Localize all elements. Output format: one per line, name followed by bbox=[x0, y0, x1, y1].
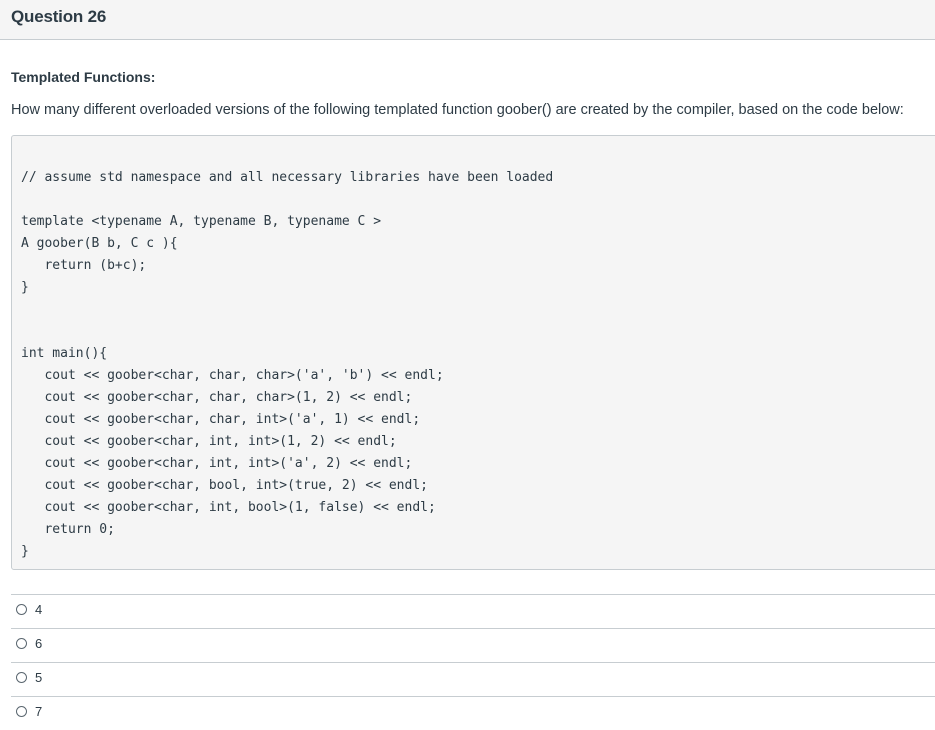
answer-label[interactable]: 4 bbox=[35, 602, 42, 617]
code-line: int main(){ bbox=[21, 346, 108, 361]
code-line: cout << goober<char, int, int>('a', 2) <… bbox=[21, 456, 413, 471]
answer-label[interactable]: 5 bbox=[35, 670, 42, 685]
section-title: Templated Functions: bbox=[11, 69, 156, 85]
code-line: A goober(B b, C c ){ bbox=[21, 236, 178, 251]
radio-button-icon[interactable] bbox=[16, 706, 27, 717]
code-line: } bbox=[21, 544, 29, 559]
answer-option[interactable]: 6 bbox=[11, 628, 935, 662]
code-line: cout << goober<char, char, int>('a', 1) … bbox=[21, 412, 421, 427]
code-line: cout << goober<char, char, char>('a', 'b… bbox=[21, 368, 444, 383]
radio-button-icon[interactable] bbox=[16, 604, 27, 615]
code-line: // assume std namespace and all necessar… bbox=[21, 170, 554, 185]
code-line: template <typename A, typename B, typena… bbox=[21, 214, 382, 229]
code-line: } bbox=[21, 280, 29, 295]
code-line: cout << goober<char, bool, int>(true, 2)… bbox=[21, 478, 428, 493]
code-line: cout << goober<char, int, int>(1, 2) << … bbox=[21, 434, 397, 449]
code-block: // assume std namespace and all necessar… bbox=[11, 135, 935, 570]
question-text: How many different overloaded versions o… bbox=[11, 102, 904, 118]
question-title: Question 26 bbox=[11, 7, 107, 26]
answer-option[interactable]: 7 bbox=[11, 696, 935, 730]
answer-list: 4 6 5 7 bbox=[11, 594, 935, 730]
radio-button-icon[interactable] bbox=[16, 672, 27, 683]
code-line: cout << goober<char, char, char>(1, 2) <… bbox=[21, 390, 413, 405]
answer-option[interactable]: 5 bbox=[11, 662, 935, 696]
answer-label[interactable]: 6 bbox=[35, 636, 42, 651]
answer-label[interactable]: 7 bbox=[35, 704, 42, 719]
code-line: return 0; bbox=[21, 522, 115, 537]
code-line: cout << goober<char, int, bool>(1, false… bbox=[21, 500, 436, 515]
answer-option[interactable]: 4 bbox=[11, 594, 935, 628]
radio-button-icon[interactable] bbox=[16, 638, 27, 649]
question-header: Question 26 bbox=[0, 0, 935, 40]
code-line: return (b+c); bbox=[21, 258, 147, 273]
